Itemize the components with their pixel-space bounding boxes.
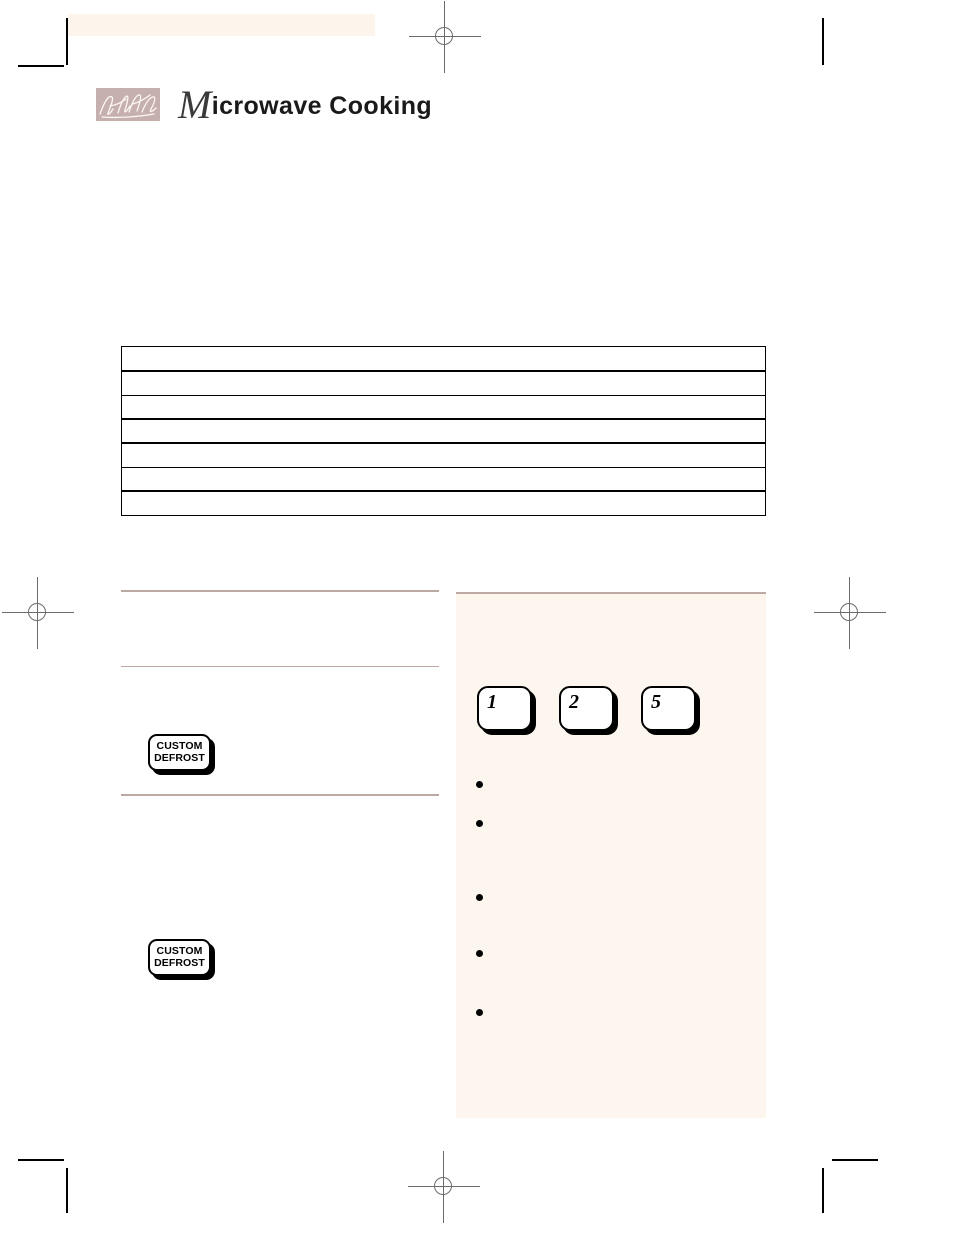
list-item	[476, 890, 752, 901]
key-face	[641, 686, 696, 731]
crop-top-right-v	[822, 18, 824, 65]
custom-defrost-button-1[interactable]: CUSTOM DEFROST	[148, 734, 215, 775]
bullet-icon	[476, 820, 483, 827]
chart-table-grid	[122, 347, 765, 515]
crop-bottom-right-v	[822, 1168, 824, 1213]
reg-left-middle	[2, 577, 74, 649]
custom-defrost-button-2[interactable]: CUSTOM DEFROST	[148, 939, 215, 980]
table-cell	[122, 347, 765, 372]
table-row	[122, 395, 765, 420]
crop-top-left-h	[18, 65, 64, 67]
table-row	[122, 419, 765, 444]
reg-right-middle	[814, 577, 886, 649]
number-keypad: 1 2 5	[477, 686, 700, 735]
table-cell	[122, 395, 765, 420]
key-face: CUSTOM DEFROST	[148, 734, 211, 771]
custom-defrost-label-line1: CUSTOM	[156, 945, 203, 958]
page-title-dropcap: M	[178, 81, 212, 127]
reg-bottom-center	[408, 1151, 480, 1223]
list-item	[476, 946, 752, 957]
reg-top-center	[409, 1, 481, 73]
table-cell	[122, 467, 765, 492]
left-block-1	[121, 592, 439, 666]
crop-bottom-right-h	[832, 1159, 878, 1161]
cooking-chart-table	[121, 346, 766, 516]
custom-defrost-label-line1: CUSTOM	[156, 740, 203, 753]
number-key-2-digit: 2	[569, 691, 579, 713]
number-key-1-digit: 1	[487, 691, 497, 713]
crop-bottom-left-v	[66, 1168, 68, 1213]
list-item	[476, 777, 752, 788]
table-cell	[122, 371, 765, 396]
number-key-1[interactable]: 1	[477, 686, 536, 735]
table-row	[122, 491, 765, 515]
table-row	[122, 443, 765, 468]
number-key-5[interactable]: 5	[641, 686, 700, 735]
page-title-rest: icrowave Cooking	[211, 91, 433, 120]
bullet-icon	[476, 1009, 483, 1016]
key-face	[559, 686, 614, 731]
page-title: Microwave Cooking	[178, 84, 433, 124]
bullet-icon	[476, 950, 483, 957]
left-block-3-body	[121, 804, 439, 805]
table-cell	[122, 443, 765, 468]
custom-defrost-label-line2: DEFROST	[154, 751, 205, 764]
left-block-1-body	[121, 601, 439, 602]
top-bleed-band	[68, 14, 375, 36]
custom-defrost-label-line2: DEFROST	[154, 956, 205, 969]
bullet-icon	[476, 894, 483, 901]
list-item	[476, 1005, 752, 1016]
page-header: Microwave Cooking	[96, 84, 433, 124]
table-row	[122, 467, 765, 492]
left-block-2-body	[121, 675, 439, 676]
table-row	[122, 371, 765, 396]
key-face	[477, 686, 532, 731]
table-cell	[122, 419, 765, 444]
bullet-icon	[476, 781, 483, 788]
crop-bottom-left-h	[18, 1159, 64, 1161]
key-face: CUSTOM DEFROST	[148, 939, 211, 976]
table-row	[122, 347, 765, 372]
number-key-5-digit: 5	[651, 691, 661, 713]
signature-logo	[96, 88, 160, 121]
list-item	[476, 816, 752, 827]
page-canvas: Microwave Cooking CUSTOM DEFROST CUSTOM …	[0, 0, 954, 1235]
chart-table-body	[122, 347, 765, 515]
left-block-3	[121, 796, 439, 805]
number-key-2[interactable]: 2	[559, 686, 618, 735]
side-panel	[456, 592, 766, 1118]
table-cell	[122, 491, 765, 515]
